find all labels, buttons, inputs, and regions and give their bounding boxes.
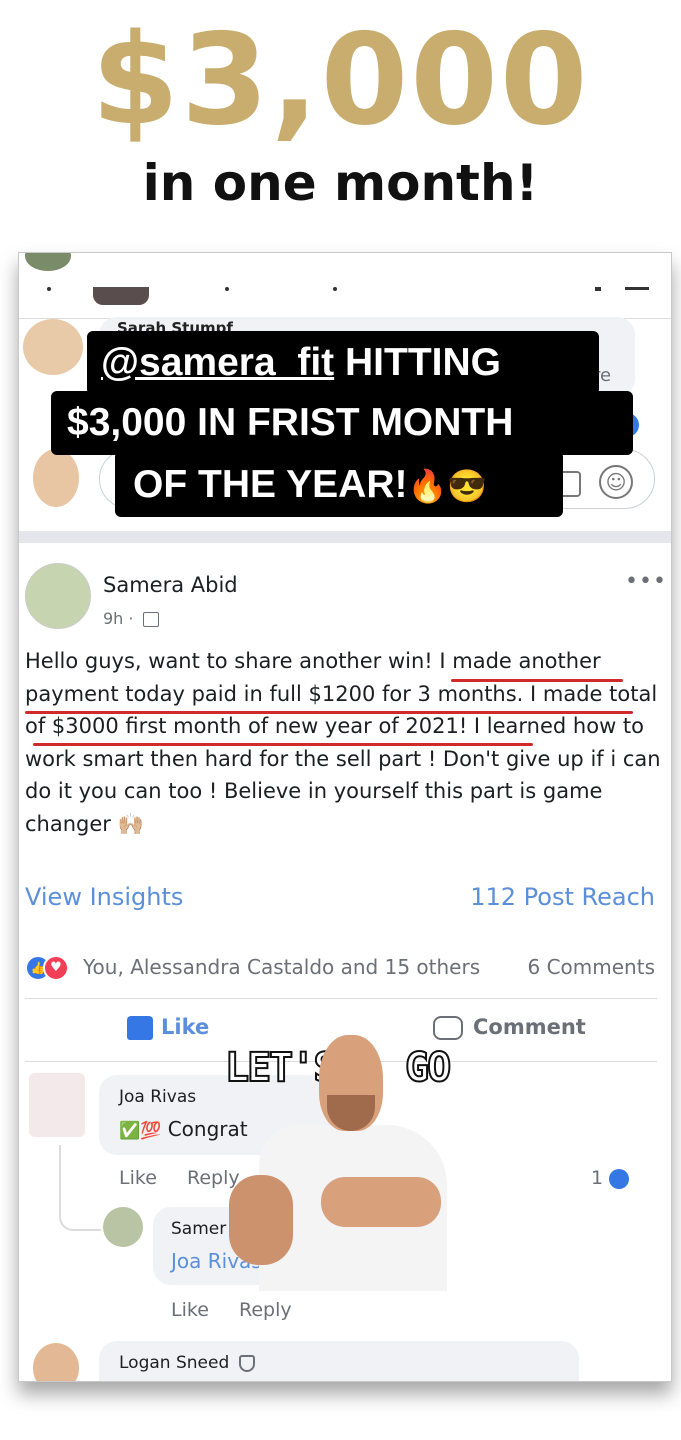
underline-2 [25,711,633,714]
comments-count[interactable]: 6 Comments [528,955,656,979]
reply-thread-line [59,1145,101,1231]
subheadline: in one month! [142,154,539,212]
post-options-icon[interactable]: ••• [625,569,667,594]
commenter-avatar-joa [29,1073,85,1137]
overlay-line-2: $3,000 IN FRIST MONTH [67,401,514,444]
like-reaction-icon [609,1168,630,1189]
reply-author-start: Samer [171,1219,227,1239]
underline-1 [451,679,623,682]
reply-reply[interactable]: Reply [239,1299,292,1321]
shield-badge-icon [238,1354,255,1372]
overlay-line-1-rest: HITTING [334,341,501,384]
post-author-avatar [25,563,91,629]
reply-like[interactable]: Like [171,1299,209,1321]
like-button[interactable]: Like [127,1015,209,1040]
headline-amount: $3,000 [91,6,590,153]
post-author-name[interactable]: Samera Abid [103,573,238,597]
thumbs-up-icon [127,1016,153,1040]
comment-author-logan-name: Logan Sneed [119,1353,230,1373]
post-time: 9h · [103,609,159,628]
meme-person-sticker [229,1035,459,1291]
commenter-avatar-logan [33,1343,79,1381]
reactions-summary[interactable]: You, Alessandra Castaldo and 15 others [83,955,480,979]
post-time-text: 9h · [103,609,134,628]
comment-author-joa[interactable]: Joa Rivas [119,1087,196,1107]
overlay-line-3: OF THE YEAR!🔥😎 [133,459,487,512]
overlay-line-3-text: OF THE YEAR! [133,463,408,506]
overlay-handle: @samera_fit [101,341,335,384]
facebook-screenshot: Sarah Stumpf re ☺ @samera_fit HITTING $3… [18,252,672,1382]
post-reach[interactable]: 112 Post Reach [470,883,655,911]
like-button-label: Like [161,1015,210,1039]
checkmark-100-emoji: ✅💯 [119,1121,162,1141]
reaction-icons[interactable]: 👍 ♥ [25,955,77,981]
comment-reactions-count: 1 [591,1167,604,1189]
sticker-right-arm [321,1177,441,1227]
comment-author-logan[interactable]: Logan Sneed [119,1353,255,1373]
overlay-caption: @samera_fit HITTING $3,000 IN FRIST MONT… [19,253,671,533]
divider [25,998,657,999]
underline-3 [33,743,533,746]
overlay-line-1: @samera_fit HITTING [101,337,501,389]
comment-like-joa[interactable]: Like [119,1167,157,1189]
sticker-left-arm [229,1175,293,1265]
overlay-emoji: 🔥😎 [407,468,488,504]
reply-avatar-samera [103,1207,143,1247]
audience-group-icon [142,612,159,627]
comment-button-label: Comment [473,1015,586,1039]
love-reaction-icon: ♥ [43,955,69,981]
comment-reactions-joa[interactable]: 1 [591,1167,630,1189]
view-insights-link[interactable]: View Insights [25,883,183,911]
